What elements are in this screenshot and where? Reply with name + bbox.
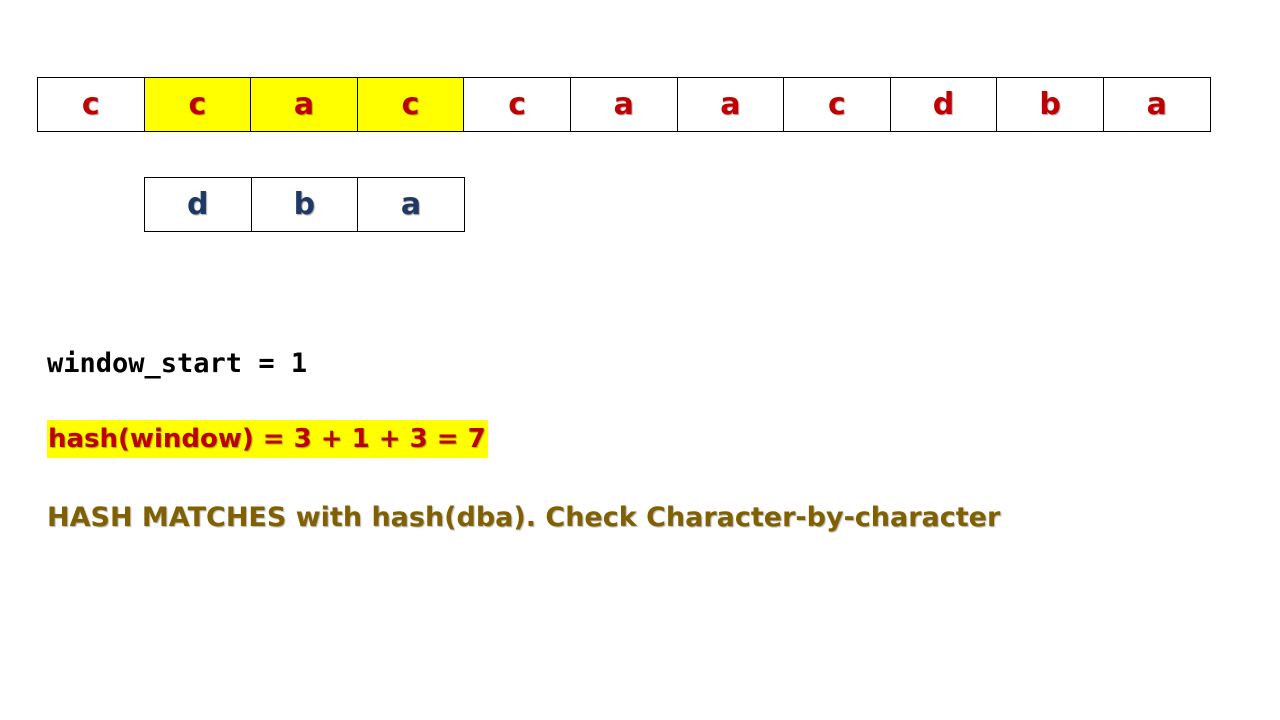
text-cell: c (144, 78, 252, 131)
hash-window-label: hash(window) = 3 + 1 + 3 = 7 (47, 420, 488, 458)
text-cell: a (1104, 78, 1211, 131)
pattern-array: d b a (144, 177, 465, 232)
pattern-cell: b (252, 178, 359, 231)
text-cell: a (251, 78, 358, 131)
pattern-cell: d (145, 178, 252, 231)
text-cell: d (891, 78, 998, 131)
pattern-cell: a (358, 178, 465, 231)
text-cell: c (38, 78, 145, 131)
text-cell: a (571, 78, 678, 131)
text-cell: c (464, 78, 571, 131)
text-cell: a (678, 78, 785, 131)
text-array: c c a c c a a c d b a (37, 77, 1211, 132)
text-cell: c (784, 78, 891, 131)
window-start-label: window_start = 1 (47, 348, 308, 379)
text-cell: b (997, 78, 1104, 131)
text-cell: c (357, 78, 465, 131)
hash-match-message: HASH MATCHES with hash(dba). Check Chara… (47, 502, 1001, 533)
